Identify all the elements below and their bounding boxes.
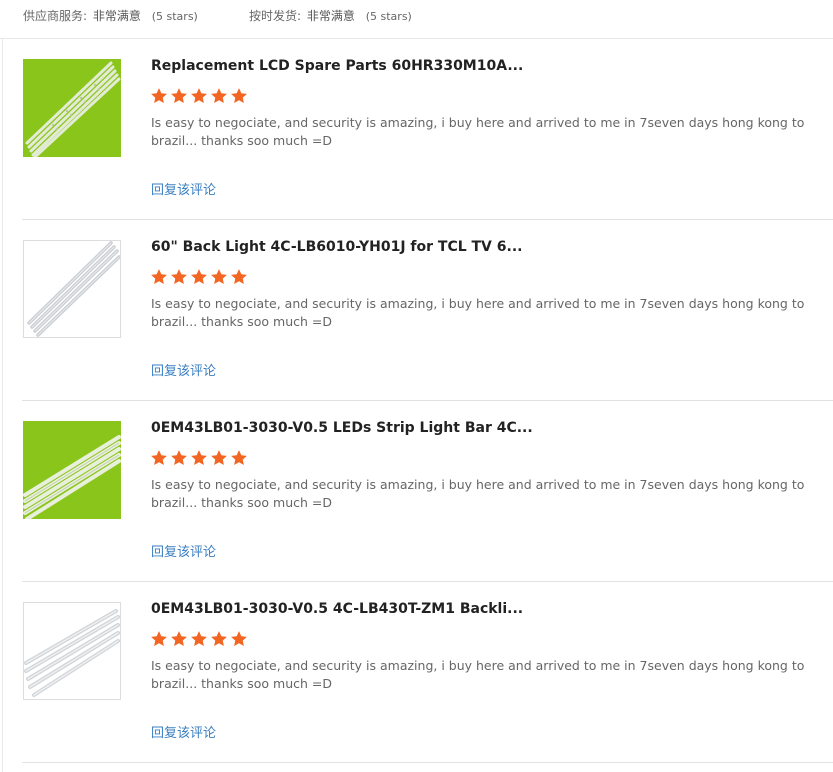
review-comment: Is easy to negociate, and security is am… [151,658,805,691]
product-thumbnail[interactable] [23,602,121,700]
on-time-shipping-label: 按时发货: [249,9,302,23]
star-icon [151,269,167,285]
supplier-service-rating: 供应商服务: 非常满意 (5 stars) [23,7,198,24]
review-divider [22,762,833,763]
star-icon [151,88,167,104]
product-thumbnail[interactable] [23,59,121,157]
product-title[interactable]: 0EM43LB01-3030-V0.5 4C-LB430T-ZM1 Backli… [151,601,523,617]
on-time-shipping-stars: (5 stars) [365,10,412,23]
star-icon [191,269,207,285]
product-thumbnail[interactable] [23,240,121,338]
review-item: Replacement LCD Spare Parts 60HR330M10A.… [0,39,833,220]
star-icon [211,631,227,647]
star-icon [231,450,247,466]
star-icon [191,88,207,104]
review-item: 0EM43LB01-3030-V0.5 LEDs Strip Light Bar… [0,401,833,582]
reply-review-link[interactable]: 回复该评论 [151,179,216,198]
star-icon [171,88,187,104]
reply-review-link[interactable]: 回复该评论 [151,541,216,560]
star-icon [171,450,187,466]
review-comment: Is easy to negociate, and security is am… [151,296,805,329]
supplier-service-stars: (5 stars) [151,10,198,23]
on-time-shipping-rating: 按时发货: 非常满意 (5 stars) [249,7,412,24]
star-icon [231,631,247,647]
reply-review-link[interactable]: 回复该评论 [151,722,216,741]
led-strip-image [25,61,121,157]
star-rating [150,449,250,469]
supplier-service-label: 供应商服务: [23,9,88,23]
star-icon [231,88,247,104]
star-icon [191,631,207,647]
on-time-shipping-value: 非常满意 [306,9,355,23]
star-icon [231,269,247,285]
star-icon [171,269,187,285]
store-rating-bar: 供应商服务: 非常满意 (5 stars) 按时发货: 非常满意 (5 star… [0,0,833,39]
star-rating [150,630,250,650]
product-title[interactable]: 60" Back Light 4C-LB6010-YH01J for TCL T… [151,239,522,255]
product-title[interactable]: 0EM43LB01-3030-V0.5 LEDs Strip Light Bar… [151,420,533,436]
star-icon [211,88,227,104]
star-rating [150,268,250,288]
review-item: 0EM43LB01-3030-V0.5 4C-LB430T-ZM1 Backli… [0,582,833,763]
star-icon [151,450,167,466]
star-icon [171,631,187,647]
review-comment: Is easy to negociate, and security is am… [151,115,805,148]
product-thumbnail[interactable] [23,421,121,519]
review-comment: Is easy to negociate, and security is am… [151,477,805,510]
star-icon [211,450,227,466]
supplier-service-value: 非常满意 [92,9,141,23]
star-rating [150,87,250,107]
led-strip-image [24,609,120,697]
review-list: Replacement LCD Spare Parts 60HR330M10A.… [0,39,833,763]
led-strip-image [23,435,121,519]
reply-review-link[interactable]: 回复该评论 [151,360,216,379]
led-strip-image [27,241,120,337]
star-icon [191,450,207,466]
star-icon [211,269,227,285]
review-item: 60" Back Light 4C-LB6010-YH01J for TCL T… [0,220,833,401]
star-icon [151,631,167,647]
product-title[interactable]: Replacement LCD Spare Parts 60HR330M10A.… [151,58,523,74]
